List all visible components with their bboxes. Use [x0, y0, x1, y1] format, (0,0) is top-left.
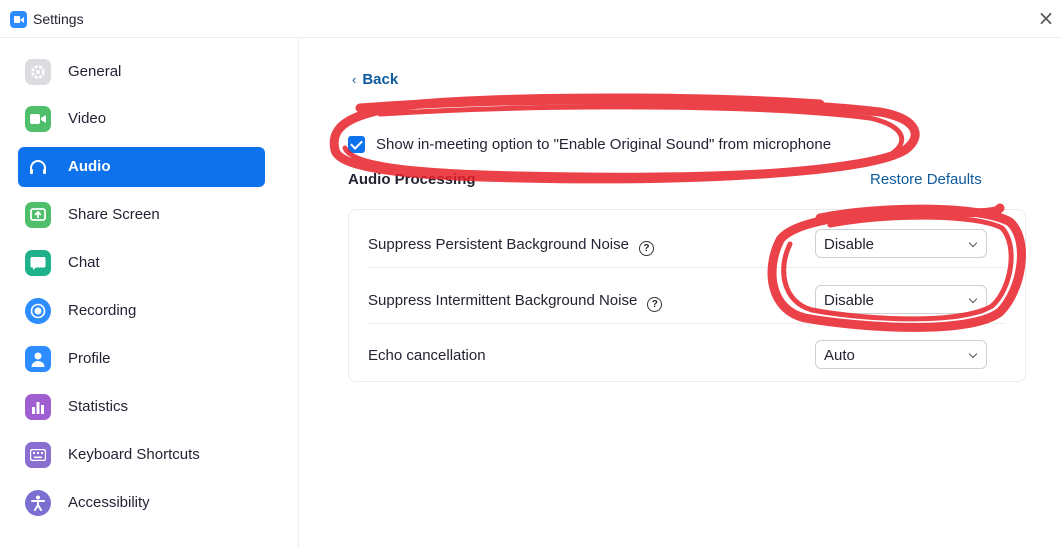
chevron-left-icon: ‹ — [352, 72, 357, 87]
video-camera-icon — [25, 106, 51, 132]
zoom-app-icon — [10, 11, 27, 28]
sidebar-item-keyboard-shortcuts[interactable]: Keyboard Shortcuts — [18, 435, 265, 475]
share-screen-icon — [25, 202, 51, 228]
title-bar: Settings × — [0, 0, 1062, 38]
echo-cancellation-select[interactable]: Auto — [815, 340, 987, 369]
setting-label-text: Suppress Persistent Background Noise — [368, 236, 629, 253]
accessibility-icon — [25, 490, 51, 516]
back-link[interactable]: ‹ Back — [352, 71, 398, 88]
select-value: Disable — [824, 236, 875, 253]
window-title: Settings — [33, 11, 84, 27]
sidebar-item-label: Video — [68, 110, 107, 127]
record-icon — [25, 298, 51, 324]
sidebar-item-accessibility[interactable]: Accessibility — [18, 483, 265, 523]
sidebar-item-label: Chat — [68, 254, 100, 271]
sidebar-item-label: Profile — [68, 350, 111, 367]
sidebar-item-share-screen[interactable]: Share Screen — [18, 195, 265, 235]
close-icon[interactable]: × — [1034, 6, 1058, 30]
chevron-down-icon — [968, 349, 978, 359]
chat-bubble-icon — [25, 250, 51, 276]
setting-row-persistent-noise: Suppress Persistent Background Noise? Di… — [368, 213, 1006, 268]
setting-row-intermittent-noise: Suppress Intermittent Background Noise? … — [368, 269, 1006, 324]
sidebar-item-general[interactable]: General — [18, 52, 265, 92]
sidebar-item-label: General — [68, 63, 122, 80]
help-icon[interactable]: ? — [638, 241, 654, 256]
gear-icon — [25, 59, 51, 85]
setting-label: Suppress Intermittent Background Noise? — [368, 292, 663, 312]
setting-row-echo-cancellation: Echo cancellation Auto — [368, 324, 1006, 379]
restore-defaults-link[interactable]: Restore Defaults — [870, 171, 982, 188]
setting-label: Suppress Persistent Background Noise? — [368, 236, 654, 256]
sidebar-item-label: Share Screen — [68, 206, 160, 223]
sidebar-item-label: Statistics — [68, 398, 129, 415]
sidebar-item-profile[interactable]: Profile — [18, 339, 265, 379]
person-icon — [25, 346, 51, 372]
section-title-audio-processing: Audio Processing — [348, 171, 476, 188]
help-icon[interactable]: ? — [647, 297, 663, 312]
chevron-down-icon — [968, 294, 978, 304]
sidebar-item-audio[interactable]: Audio — [18, 147, 265, 187]
original-sound-checkbox-label[interactable]: Show in-meeting option to "Enable Origin… — [376, 136, 831, 153]
back-label: Back — [362, 71, 399, 88]
chevron-down-icon — [968, 238, 978, 248]
select-value: Auto — [824, 347, 855, 364]
sidebar-item-label: Keyboard Shortcuts — [68, 446, 200, 463]
sidebar-item-recording[interactable]: Recording — [18, 291, 265, 331]
setting-label-text: Suppress Intermittent Background Noise — [368, 292, 638, 309]
settings-sidebar: General Video Audio Share Screen Chat Re… — [0, 38, 299, 547]
sidebar-item-label: Recording — [68, 302, 137, 319]
sidebar-item-label: Accessibility — [68, 494, 150, 511]
persistent-noise-select[interactable]: Disable — [815, 229, 987, 258]
sidebar-item-chat[interactable]: Chat — [18, 243, 265, 283]
bar-chart-icon — [25, 394, 51, 420]
select-value: Disable — [824, 292, 875, 309]
sidebar-item-label: Audio — [68, 158, 111, 175]
sidebar-item-video[interactable]: Video — [18, 99, 265, 139]
headphones-icon — [25, 154, 51, 180]
sidebar-item-statistics[interactable]: Statistics — [18, 387, 265, 427]
audio-processing-panel: Suppress Persistent Background Noise? Di… — [348, 209, 1026, 382]
keyboard-icon — [25, 442, 51, 468]
intermittent-noise-select[interactable]: Disable — [815, 285, 987, 314]
setting-label: Echo cancellation — [368, 347, 486, 364]
original-sound-checkbox[interactable] — [348, 136, 365, 153]
